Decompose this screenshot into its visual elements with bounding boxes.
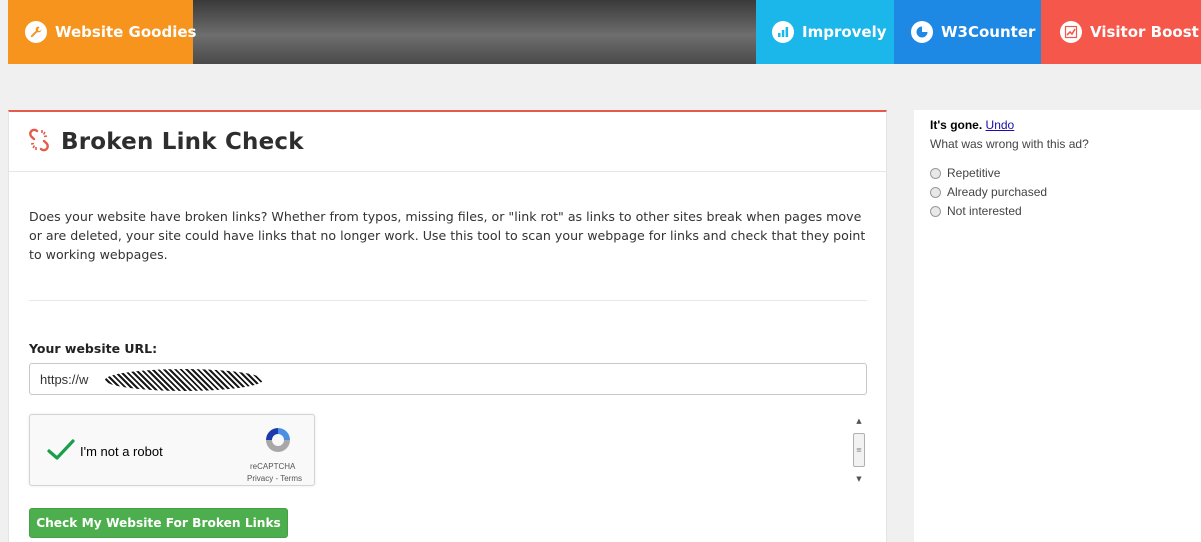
option-already-purchased[interactable]: Already purchased [930,185,1047,199]
recaptcha-widget: I'm not a robot reCAPTCHA Privacy - Term… [29,414,315,486]
visitor-boost-label: Visitor Boost [1090,23,1199,41]
option-not-interested[interactable]: Not interested [930,204,1022,218]
recaptcha-privacy-terms[interactable]: Privacy - Terms [247,474,302,483]
radio-icon[interactable] [930,186,941,198]
ad-removed-notice: It's gone. Undo [930,118,1014,132]
scrollbar[interactable]: ▲ ≡ ▼ [852,414,866,486]
bar-chart-icon [772,21,794,43]
option-label: Repetitive [947,166,1001,180]
improvely-link[interactable]: Improvely [756,0,894,64]
pie-chart-icon [911,21,933,43]
scroll-down-arrow-icon[interactable]: ▼ [852,472,866,486]
website-goodies-link[interactable]: Website Goodies [8,0,197,64]
card-header: Broken Link Check [9,112,886,172]
improvely-label: Improvely [802,23,887,41]
w3counter-link[interactable]: W3Counter [894,0,1041,64]
radio-icon[interactable] [930,205,941,217]
visitor-boost-link[interactable]: Visitor Boost [1041,0,1201,64]
trend-up-icon [1060,21,1082,43]
url-field-label: Your website URL: [29,341,158,356]
captcha-label: I'm not a robot [80,444,163,459]
option-label: Already purchased [947,185,1048,199]
url-input[interactable]: https://w [29,363,867,395]
tool-description: Does your website have broken links? Whe… [29,209,866,262]
page-title: Broken Link Check [61,128,304,155]
ad-feedback-panel: It's gone. Undo What was wrong with this… [914,110,1201,542]
top-nav-bar: Website Goodies Improvely W3Counter Visi… [8,0,1201,64]
option-repetitive[interactable]: Repetitive [930,166,1000,180]
broken-link-icon [27,128,51,156]
w3counter-label: W3Counter [941,23,1036,41]
option-label: Not interested [947,204,1022,218]
redaction-scribble [105,369,263,391]
check-website-button[interactable]: Check My Website For Broken Links [29,508,288,538]
scroll-thumb[interactable]: ≡ [853,433,865,467]
its-gone-text: It's gone. [930,118,983,132]
ad-feedback-question: What was wrong with this ad? [930,137,1089,151]
url-input-value: https://w [40,371,89,387]
undo-link[interactable]: Undo [986,118,1015,132]
recaptcha-brand: reCAPTCHA [250,462,296,471]
radio-icon[interactable] [930,167,941,179]
header-banner [193,0,756,64]
wrench-icon [25,21,47,43]
recaptcha-logo-icon [262,424,294,460]
scroll-up-arrow-icon[interactable]: ▲ [852,414,866,428]
broken-link-check-card: Broken Link Check Does your website have… [8,110,887,542]
checkmark-icon[interactable] [46,438,76,466]
website-goodies-label: Website Goodies [55,23,197,41]
divider [29,300,867,301]
